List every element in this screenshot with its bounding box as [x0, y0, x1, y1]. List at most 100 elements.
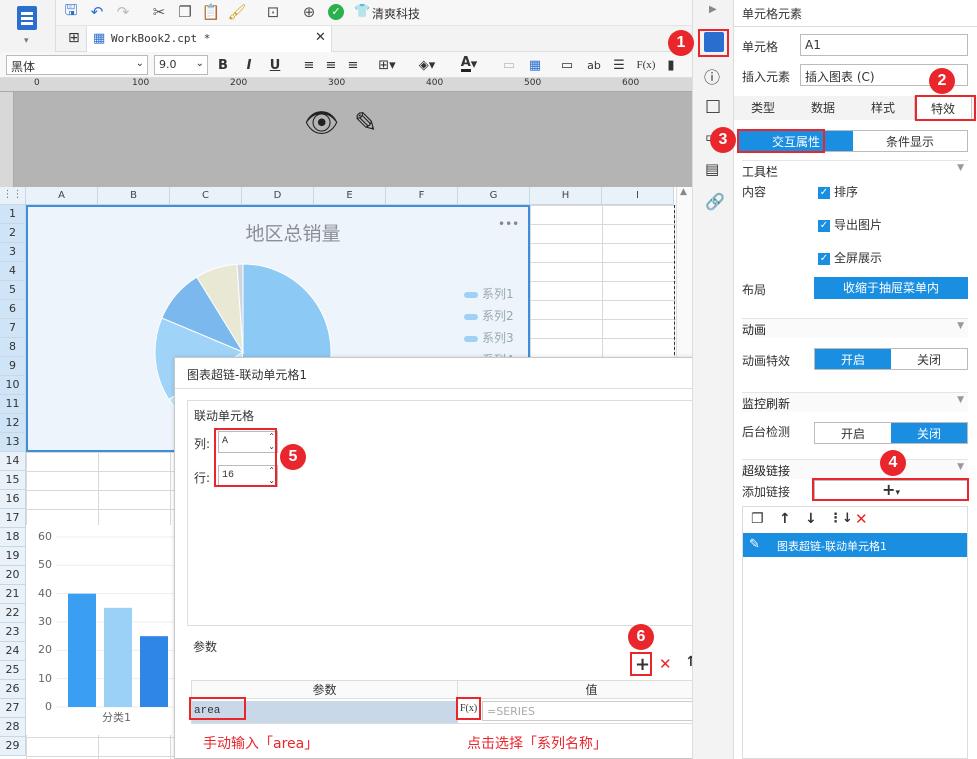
- check-icon[interactable]: ✓: [328, 4, 344, 20]
- row-header[interactable]: 1: [0, 205, 26, 224]
- row-header[interactable]: 12: [0, 414, 26, 433]
- opt-sort[interactable]: ✓ 排序: [818, 183, 858, 200]
- delete-link-icon[interactable]: ✕: [855, 510, 868, 528]
- row-header[interactable]: 5: [0, 281, 26, 300]
- up-icon[interactable]: ↑: [779, 511, 791, 527]
- row-header[interactable]: 10: [0, 376, 26, 395]
- column-header[interactable]: A: [26, 187, 98, 205]
- legend-item[interactable]: 系列2: [464, 307, 514, 329]
- checkbox-icon[interactable]: ✓: [818, 186, 830, 199]
- tab-workbook[interactable]: ▦ WorkBook2.cpt * ✕: [86, 26, 332, 52]
- border-icon[interactable]: ⊞▾: [374, 56, 400, 74]
- row-header[interactable]: 16: [0, 490, 26, 509]
- collapse-arrow-icon[interactable]: ▼: [957, 462, 964, 472]
- align-center-icon[interactable]: ≡: [322, 56, 340, 74]
- param-value-field[interactable]: =SERIES: [482, 701, 725, 721]
- layout-button[interactable]: 收缩于抽屉菜单内: [814, 277, 968, 299]
- row-header[interactable]: 3: [0, 243, 26, 262]
- undo-icon[interactable]: ↶: [86, 1, 108, 23]
- bar[interactable]: [140, 636, 168, 707]
- column-header[interactable]: I: [602, 187, 674, 205]
- condition-icon[interactable]: ▤: [705, 160, 719, 178]
- eye-hidden-icon[interactable]: 👁: [304, 106, 340, 139]
- bar[interactable]: [68, 593, 96, 707]
- panel-tab[interactable]: 类型: [734, 96, 792, 120]
- link-icon[interactable]: 🔗: [705, 192, 725, 211]
- cell-field[interactable]: A1: [800, 34, 968, 56]
- row-header[interactable]: 26: [0, 680, 26, 699]
- mon-on[interactable]: 开启: [815, 423, 891, 443]
- cut-icon[interactable]: ✂: [148, 1, 170, 23]
- edit-icon[interactable]: ✎: [749, 537, 760, 552]
- size-select[interactable]: 9.0 ⌄: [154, 55, 208, 75]
- legend-item[interactable]: 系列3: [464, 329, 514, 351]
- row-header[interactable]: 29: [0, 737, 26, 756]
- company-label[interactable]: 清爽科技: [372, 5, 420, 22]
- opt-full[interactable]: ✓ 全屏展示: [818, 249, 882, 266]
- row-header[interactable]: 24: [0, 642, 26, 661]
- row-header[interactable]: 20: [0, 566, 26, 585]
- mon-off[interactable]: 关闭: [891, 423, 967, 443]
- copy-link-icon[interactable]: ❐: [751, 511, 764, 527]
- cell-style-icon[interactable]: ▭: [500, 56, 518, 74]
- row-header[interactable]: 14: [0, 452, 26, 471]
- panel-tab[interactable]: 数据: [794, 96, 852, 120]
- column-header[interactable]: D: [242, 187, 314, 205]
- grid-icon[interactable]: ⊞: [68, 30, 80, 46]
- save-icon[interactable]: 🖫: [60, 1, 82, 23]
- bold-button[interactable]: B: [214, 56, 232, 74]
- link-section[interactable]: 超级链接 ▼: [742, 459, 968, 479]
- copy-icon[interactable]: ❐: [174, 1, 196, 23]
- row-header[interactable]: 18: [0, 528, 26, 547]
- format-brush-icon[interactable]: 🖌: [226, 1, 248, 23]
- sort-icon[interactable]: ⋮↓: [829, 511, 853, 526]
- monitor-section[interactable]: 监控刷新 ▼: [742, 392, 968, 412]
- row-header[interactable]: 6: [0, 300, 26, 319]
- delete-param-icon[interactable]: ✕: [659, 655, 672, 673]
- anim-section[interactable]: 动画 ▼: [742, 318, 968, 338]
- app-logo[interactable]: ▾: [0, 0, 56, 52]
- anim-on[interactable]: 开启: [815, 349, 891, 369]
- fill-color-icon[interactable]: ◈▾: [414, 56, 440, 74]
- checkbox-icon[interactable]: ✓: [818, 252, 830, 265]
- redo-icon[interactable]: ↷: [112, 1, 134, 23]
- table-icon[interactable]: ▦: [526, 56, 544, 74]
- toolbar-section[interactable]: 工具栏 ▼: [742, 160, 968, 180]
- bar-chart[interactable]: 60 50 40 30 20 10 0 分类1: [26, 525, 174, 735]
- align-left-icon[interactable]: ≡: [300, 56, 318, 74]
- legend-item[interactable]: 系列1: [464, 285, 514, 307]
- column-header[interactable]: C: [170, 187, 242, 205]
- row-header[interactable]: 17: [0, 509, 26, 528]
- panel-tab[interactable]: 样式: [854, 96, 912, 120]
- row-header[interactable]: 13: [0, 433, 26, 452]
- formula-icon[interactable]: F(x): [634, 56, 658, 74]
- font-color-button[interactable]: A ▾: [452, 54, 486, 74]
- column-header[interactable]: H: [530, 187, 602, 205]
- row-header[interactable]: 9: [0, 357, 26, 376]
- paste-icon[interactable]: 📋: [200, 1, 222, 23]
- row-header[interactable]: 28: [0, 718, 26, 737]
- checkbox-icon[interactable]: ✓: [818, 219, 830, 232]
- row-header[interactable]: 15: [0, 471, 26, 490]
- collapse-arrow-icon[interactable]: ▼: [957, 163, 964, 173]
- bar[interactable]: [104, 607, 132, 707]
- opt-export[interactable]: ✓ 导出图片: [818, 216, 882, 233]
- collapse-icon[interactable]: ▶: [709, 4, 717, 15]
- align-right-icon[interactable]: ≡: [344, 56, 362, 74]
- chart-icon[interactable]: ▮: [662, 56, 680, 74]
- close-icon[interactable]: ✕: [315, 30, 326, 45]
- row-header[interactable]: 2: [0, 224, 26, 243]
- column-header[interactable]: F: [386, 187, 458, 205]
- column-header[interactable]: E: [314, 187, 386, 205]
- row-header[interactable]: 21: [0, 585, 26, 604]
- link-item[interactable]: ✎ 图表超链-联动单元格1: [743, 533, 967, 557]
- column-header[interactable]: G: [458, 187, 530, 205]
- row-header[interactable]: 27: [0, 699, 26, 718]
- border-frame-icon[interactable]: □: [705, 96, 721, 116]
- row-header[interactable]: 25: [0, 661, 26, 680]
- more-icon[interactable]: •••: [498, 217, 519, 231]
- merge-icon[interactable]: ▭: [558, 56, 576, 74]
- pencil-icon[interactable]: ✎: [354, 106, 377, 139]
- row-header[interactable]: 23: [0, 623, 26, 642]
- anim-off[interactable]: 关闭: [891, 349, 967, 369]
